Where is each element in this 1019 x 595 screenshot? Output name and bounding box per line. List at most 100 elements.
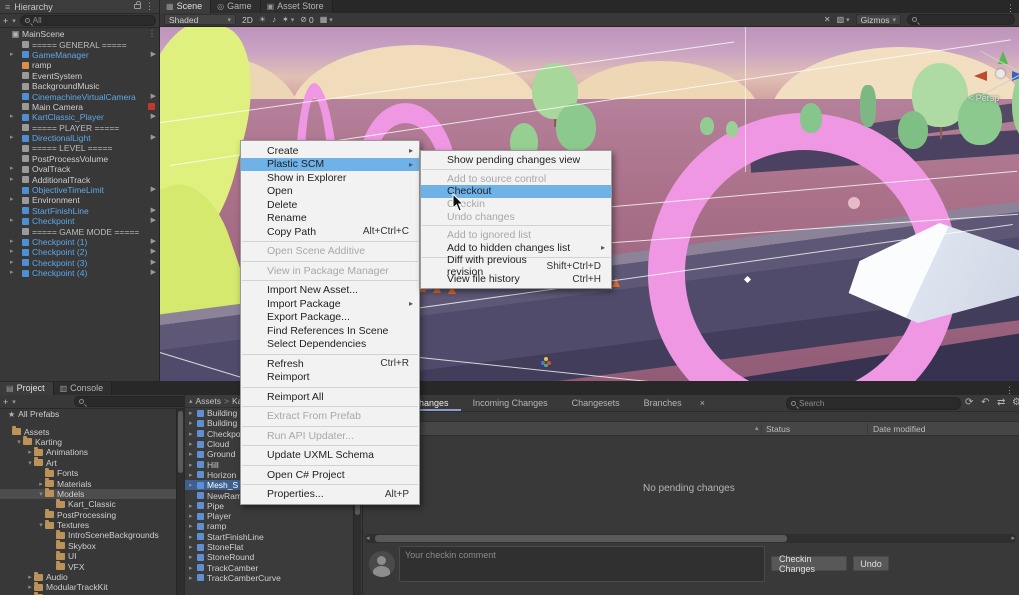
prefab-open-arrow-icon[interactable]: ▶	[151, 92, 156, 102]
project-tree-scrollbar[interactable]	[176, 409, 184, 595]
menu-item-create[interactable]: Create▸	[241, 144, 419, 158]
expander-icon[interactable]: ▸	[189, 574, 197, 582]
expander-icon[interactable]: ▸	[10, 133, 14, 143]
expander-icon[interactable]: ▸	[189, 419, 197, 427]
expander-icon[interactable]: ▾	[26, 459, 34, 467]
asset-row[interactable]: ▸ramp	[185, 521, 362, 531]
menu-item-reimport[interactable]: Reimport	[241, 371, 419, 385]
undo-arrow-icon[interactable]: ↶	[981, 397, 989, 408]
expander-icon[interactable]: ▸	[37, 480, 45, 488]
expander-icon[interactable]: ▸	[26, 448, 34, 456]
tab-console[interactable]: ▥Console	[54, 382, 113, 395]
menu-item-add-to-hidden-changes-list[interactable]: Add to hidden changes list▸	[421, 242, 611, 255]
expander-icon[interactable]: ▾	[37, 490, 45, 498]
expander-icon[interactable]: ▸	[10, 247, 14, 257]
hierarchy-item[interactable]: BackgroundMusic	[0, 81, 159, 91]
menu-item-import-new-asset[interactable]: Import New Asset...	[241, 284, 419, 298]
expander-icon[interactable]: ▸	[189, 502, 197, 510]
prefab-open-arrow-icon[interactable]: ▶	[151, 258, 156, 268]
prefab-open-arrow-icon[interactable]: ▶	[151, 185, 156, 195]
hierarchy-item[interactable]: ===== GAME MODE =====	[0, 226, 159, 236]
tab-project[interactable]: ▤Project	[0, 382, 54, 395]
expander-icon[interactable]: ▸	[189, 450, 197, 458]
expander-icon[interactable]: ▸	[189, 409, 197, 417]
menu-item-view-file-history[interactable]: View file historyCtrl+H	[421, 273, 611, 286]
plastic-search[interactable]	[786, 397, 961, 410]
kebab-icon[interactable]: ⋮	[148, 29, 156, 39]
expander-icon[interactable]: ▸	[189, 512, 197, 520]
folder-row[interactable]: IntroSceneBackgrounds	[0, 530, 184, 540]
expander-icon[interactable]: ▸	[10, 258, 14, 268]
menu-item-show-pending-changes-view[interactable]: Show pending changes view	[421, 154, 611, 167]
asset-row[interactable]: ▸StartFinishLine	[185, 532, 362, 542]
lock-icon[interactable]	[134, 4, 141, 9]
hierarchy-item[interactable]: ▸KartClassic_Player▶	[0, 112, 159, 122]
expander-icon[interactable]: ▸	[10, 216, 14, 226]
expander-icon[interactable]: ▸	[189, 471, 197, 479]
plastic-search-input[interactable]	[799, 399, 956, 408]
refresh-icon[interactable]: ⟳	[965, 397, 973, 408]
menu-item-open-c-project[interactable]: Open C# Project	[241, 468, 419, 482]
tab-scene[interactable]: ▦Scene	[160, 0, 211, 13]
folder-row[interactable]: Skybox	[0, 541, 184, 551]
menu-item-update-uxml-schema[interactable]: Update UXML Schema	[241, 449, 419, 463]
tab-asset-store[interactable]: ▣Asset Store	[261, 0, 333, 13]
menu-item-plastic-scm[interactable]: Plastic SCM▸	[241, 158, 419, 172]
favorite-item[interactable]: ★All Prefabs	[0, 409, 184, 419]
expander-icon[interactable]: ▾	[15, 438, 23, 446]
hierarchy-header[interactable]: ≡ Hierarchy ⋮	[0, 0, 159, 14]
hierarchy-item[interactable]: ObjectiveTimeLimit▶	[0, 185, 159, 195]
folder-row[interactable]: Fonts	[0, 468, 184, 478]
hierarchy-item[interactable]: PostProcessVolume	[0, 154, 159, 164]
persp-label[interactable]: < Persp	[968, 93, 999, 103]
folder-row[interactable]: ▾Textures	[0, 520, 184, 530]
hierarchy-item[interactable]: ▸Checkpoint (3)▶	[0, 258, 159, 268]
prefab-open-arrow-icon[interactable]: ▶	[151, 206, 156, 216]
project-create-plus-button[interactable]: +	[3, 397, 8, 407]
hierarchy-item[interactable]: ▸Checkpoint▶	[0, 216, 159, 226]
menu-item-properties[interactable]: Properties...Alt+P	[241, 488, 419, 502]
gizmo-x-axis[interactable]	[974, 71, 987, 81]
menu-item-delete[interactable]: Delete	[241, 198, 419, 212]
plastic-window-kebab-icon[interactable]: ⋮	[1005, 386, 1014, 395]
tab-incoming-changes[interactable]: Incoming Changes	[461, 395, 560, 411]
hierarchy-item[interactable]: MainScene⋮	[0, 29, 159, 39]
horizontal-scrollbar[interactable]: ◂ ▸	[365, 534, 1016, 543]
asset-row[interactable]: ▸TrackCamberCurve	[185, 573, 362, 583]
folder-row[interactable]: ▸ModularTrackKit	[0, 582, 184, 592]
folder-row[interactable]: Kart_Classic	[0, 499, 184, 509]
gear-icon[interactable]: ⚙	[1012, 397, 1019, 408]
expander-icon[interactable]: ▸	[10, 195, 14, 205]
menu-item-rename[interactable]: Rename	[241, 212, 419, 226]
create-plus-button[interactable]: +	[3, 16, 8, 26]
prefab-open-arrow-icon[interactable]: ▶	[151, 50, 156, 60]
hierarchy-item[interactable]: ▸Checkpoint (1)▶	[0, 237, 159, 247]
prefab-open-arrow-icon[interactable]: ▶	[151, 247, 156, 257]
compare-icon[interactable]: ⇄	[997, 397, 1005, 408]
expander-icon[interactable]: ▸	[10, 112, 14, 122]
expander-icon[interactable]: ▸	[189, 481, 197, 489]
expander-icon[interactable]: ▸	[189, 522, 197, 530]
hierarchy-item[interactable]: ===== PLAYER =====	[0, 123, 159, 133]
hidden-objects-toggle[interactable]: ⊘ 0	[300, 15, 313, 25]
expander-icon[interactable]: ▸	[189, 430, 197, 438]
tab-game[interactable]: ◎Game	[211, 0, 261, 13]
hierarchy-item[interactable]: ▸DirectionalLight▶	[0, 133, 159, 143]
folder-row[interactable]: ▸Audio	[0, 572, 184, 582]
folder-row[interactable]: ▾Models	[0, 489, 184, 499]
scene-audio-icon[interactable]: ♪	[272, 15, 276, 24]
folder-row[interactable]: ▾Karting	[0, 437, 184, 447]
folder-row[interactable]: ▸Animations	[0, 447, 184, 457]
menu-item-export-package[interactable]: Export Package...	[241, 311, 419, 325]
hierarchy-item[interactable]: ▸Checkpoint (4)▶	[0, 268, 159, 278]
shading-mode-dropdown[interactable]: Shaded ▾	[164, 14, 236, 25]
prefab-open-arrow-icon[interactable]: ▶	[151, 216, 156, 226]
gizmos-dropdown[interactable]: Gizmos ▾	[856, 14, 901, 25]
expander-icon[interactable]: ▸	[10, 268, 14, 278]
hierarchy-item[interactable]: ▸Environment	[0, 195, 159, 205]
menu-item-show-in-explorer[interactable]: Show in Explorer	[241, 171, 419, 185]
hierarchy-kebab-icon[interactable]: ⋮	[145, 2, 154, 11]
hierarchy-item[interactable]: ▸Checkpoint (2)▶	[0, 247, 159, 257]
scene-tools-icon[interactable]: ✕	[824, 15, 831, 24]
sort-asc-icon[interactable]: ▴	[755, 424, 759, 432]
